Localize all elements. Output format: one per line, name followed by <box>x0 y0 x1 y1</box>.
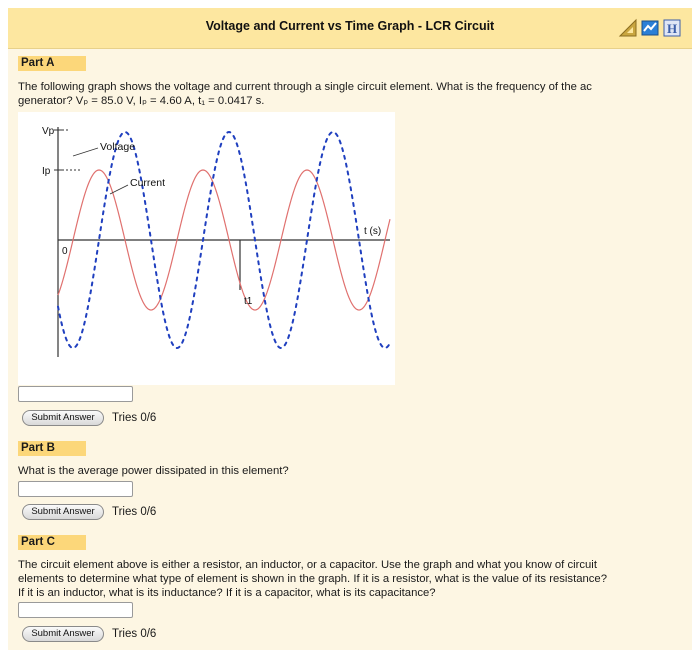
part-a-question-line2: generator? Vₚ = 85.0 V, Iₚ = 4.60 A, t₁ … <box>18 95 265 107</box>
part-c-question-line3: If it is an inductor, what is its induct… <box>18 587 436 599</box>
part-b-question: What is the average power dissipated in … <box>18 465 289 477</box>
part-a-question-line1: The following graph shows the voltage an… <box>18 81 592 93</box>
voltage-pointer <box>72 147 99 157</box>
part-a-submit-button[interactable]: Submit Answer <box>22 410 104 426</box>
voltage-label: Voltage <box>100 141 135 153</box>
part-b-label: Part B <box>18 441 86 456</box>
part-c-tries: Tries 0/6 <box>112 628 157 640</box>
t1-label: t1 <box>244 296 253 307</box>
t-axis-label: t (s) <box>364 226 381 237</box>
problem-header: Voltage and Current vs Time Graph - LCR … <box>8 8 692 49</box>
current-label: Current <box>130 177 165 189</box>
current-pointer <box>109 184 129 195</box>
svg-text:H: H <box>667 21 677 36</box>
part-a-tries: Tries 0/6 <box>112 412 157 424</box>
origin-label: 0 <box>62 246 68 257</box>
header-icon-group: H <box>618 18 682 38</box>
part-b-tries: Tries 0/6 <box>112 506 157 518</box>
part-c-question-line1: The circuit element above is either a re… <box>18 559 597 571</box>
vp-label: Vp <box>42 126 55 137</box>
part-a-label: Part A <box>18 56 86 71</box>
voltage-current-graph: Vp Ip 0 Voltage Current t (s) t1 <box>18 112 395 385</box>
part-c-submit-button[interactable]: Submit Answer <box>22 626 104 642</box>
graph-svg: Vp Ip 0 Voltage Current t (s) t1 <box>42 126 391 357</box>
help-icon[interactable]: H <box>662 18 682 38</box>
part-c-answer-input[interactable] <box>18 602 133 618</box>
part-c-question-line2: elements to determine what type of eleme… <box>18 573 607 585</box>
book-icon[interactable] <box>640 18 660 38</box>
part-b-answer-input[interactable] <box>18 481 133 497</box>
ip-label: Ip <box>42 166 51 177</box>
problem-title: Voltage and Current vs Time Graph - LCR … <box>205 19 495 33</box>
ruler-triangle-icon[interactable] <box>618 18 638 38</box>
part-b-submit-button[interactable]: Submit Answer <box>22 504 104 520</box>
part-a-answer-input[interactable] <box>18 386 133 402</box>
problem-frame: Voltage and Current vs Time Graph - LCR … <box>8 8 692 650</box>
part-c-label: Part C <box>18 535 86 550</box>
